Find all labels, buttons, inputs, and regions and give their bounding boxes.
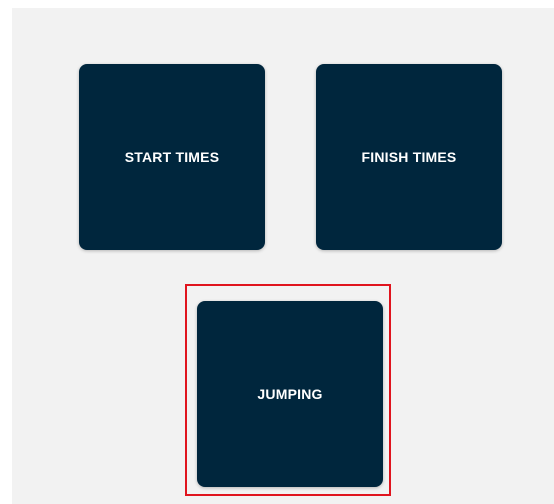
start-times-label: START TIMES [124,149,220,165]
jumping-label: JUMPING [257,386,323,402]
menu-panel: START TIMES FINISH TIMES JUMPING [12,8,554,504]
finish-times-button[interactable]: FINISH TIMES [316,64,502,250]
finish-times-label: FINISH TIMES [361,149,457,165]
start-times-button[interactable]: START TIMES [79,64,265,250]
jumping-button[interactable]: JUMPING [197,301,383,487]
